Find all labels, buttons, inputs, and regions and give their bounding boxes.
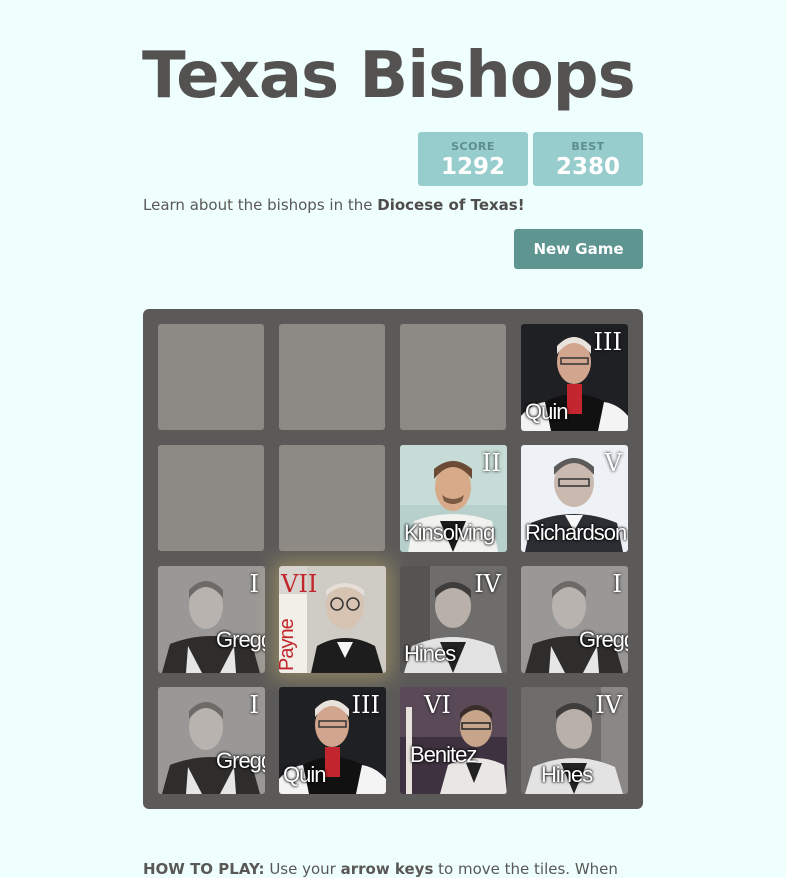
tile-quin: III Quin	[279, 687, 386, 794]
tile-name: Gregg	[216, 627, 265, 652]
tile-name: Kinsolving	[404, 520, 495, 545]
tile-numeral: III	[593, 328, 622, 356]
arrow-keys-label: arrow keys	[340, 860, 434, 878]
tile-name: Quin	[283, 762, 326, 787]
grid-cell	[400, 324, 506, 430]
diocese-link: Diocese of Texas!	[377, 196, 525, 214]
tile-hines: IV Hines	[400, 566, 507, 673]
best-box: BEST 2380	[533, 132, 643, 186]
how-to-play-part1: Use your	[264, 860, 341, 878]
how-to-play-part2: to move the tiles. When	[433, 860, 618, 878]
tile-name: Hines	[541, 762, 593, 787]
best-value: 2380	[555, 154, 620, 180]
tile-numeral: I	[249, 691, 259, 719]
grid-cell	[158, 324, 264, 430]
tile-name: Gregg	[579, 627, 628, 652]
score-label: SCORE	[451, 140, 495, 153]
tile-gregg: I Gregg	[158, 687, 265, 794]
tile-gregg: I Gregg	[158, 566, 265, 673]
tile-numeral: VI	[424, 691, 451, 719]
tile-quin: III Quin	[521, 324, 628, 431]
new-game-button[interactable]: New Game	[514, 229, 643, 269]
grid-cell	[158, 445, 264, 551]
intro-text: Learn about the bishops in the Diocese o…	[143, 196, 525, 214]
tile-numeral: I	[249, 570, 259, 598]
intro-prefix: Learn about the bishops in the	[143, 196, 378, 214]
tile-payne: VII Payne	[279, 566, 386, 673]
tile-numeral: I	[612, 570, 622, 598]
tile-hines: IV Hines	[521, 687, 628, 794]
how-to-play-label: HOW TO PLAY:	[143, 860, 265, 878]
tile-kinsolving: II Kinsolving	[400, 445, 507, 552]
page-title: Texas Bishops	[142, 39, 636, 113]
tile-name: Richardson	[525, 520, 627, 545]
tile-name: Quin	[525, 399, 568, 424]
grid-cell	[279, 324, 385, 430]
tile-numeral: IV	[474, 570, 501, 598]
tile-numeral: II	[482, 449, 501, 477]
tile-numeral: IV	[595, 691, 622, 719]
tile-numeral: V	[604, 449, 622, 477]
best-label: BEST	[571, 140, 605, 153]
score-box: SCORE 1292	[418, 132, 528, 186]
tile-gregg: I Gregg	[521, 566, 628, 673]
tile-numeral: III	[351, 691, 380, 719]
tile-name: Hines	[404, 641, 456, 666]
grid-cell	[279, 445, 385, 551]
tile-name: Payne	[279, 619, 298, 671]
tile-benitez: VI Benitez	[400, 687, 507, 794]
tile-name: Gregg	[216, 748, 265, 773]
tile-richardson: V Richardson	[521, 445, 628, 552]
score-value: 1292	[440, 154, 505, 180]
bishop-portrait	[400, 687, 507, 794]
how-to-play-text: HOW TO PLAY: Use your arrow keys to move…	[143, 860, 618, 878]
game-board[interactable]: III Quin II Kinsolving V Richardson I Gr…	[143, 309, 643, 809]
tile-name: Benitez	[410, 742, 477, 767]
tile-numeral: VII	[281, 570, 318, 598]
